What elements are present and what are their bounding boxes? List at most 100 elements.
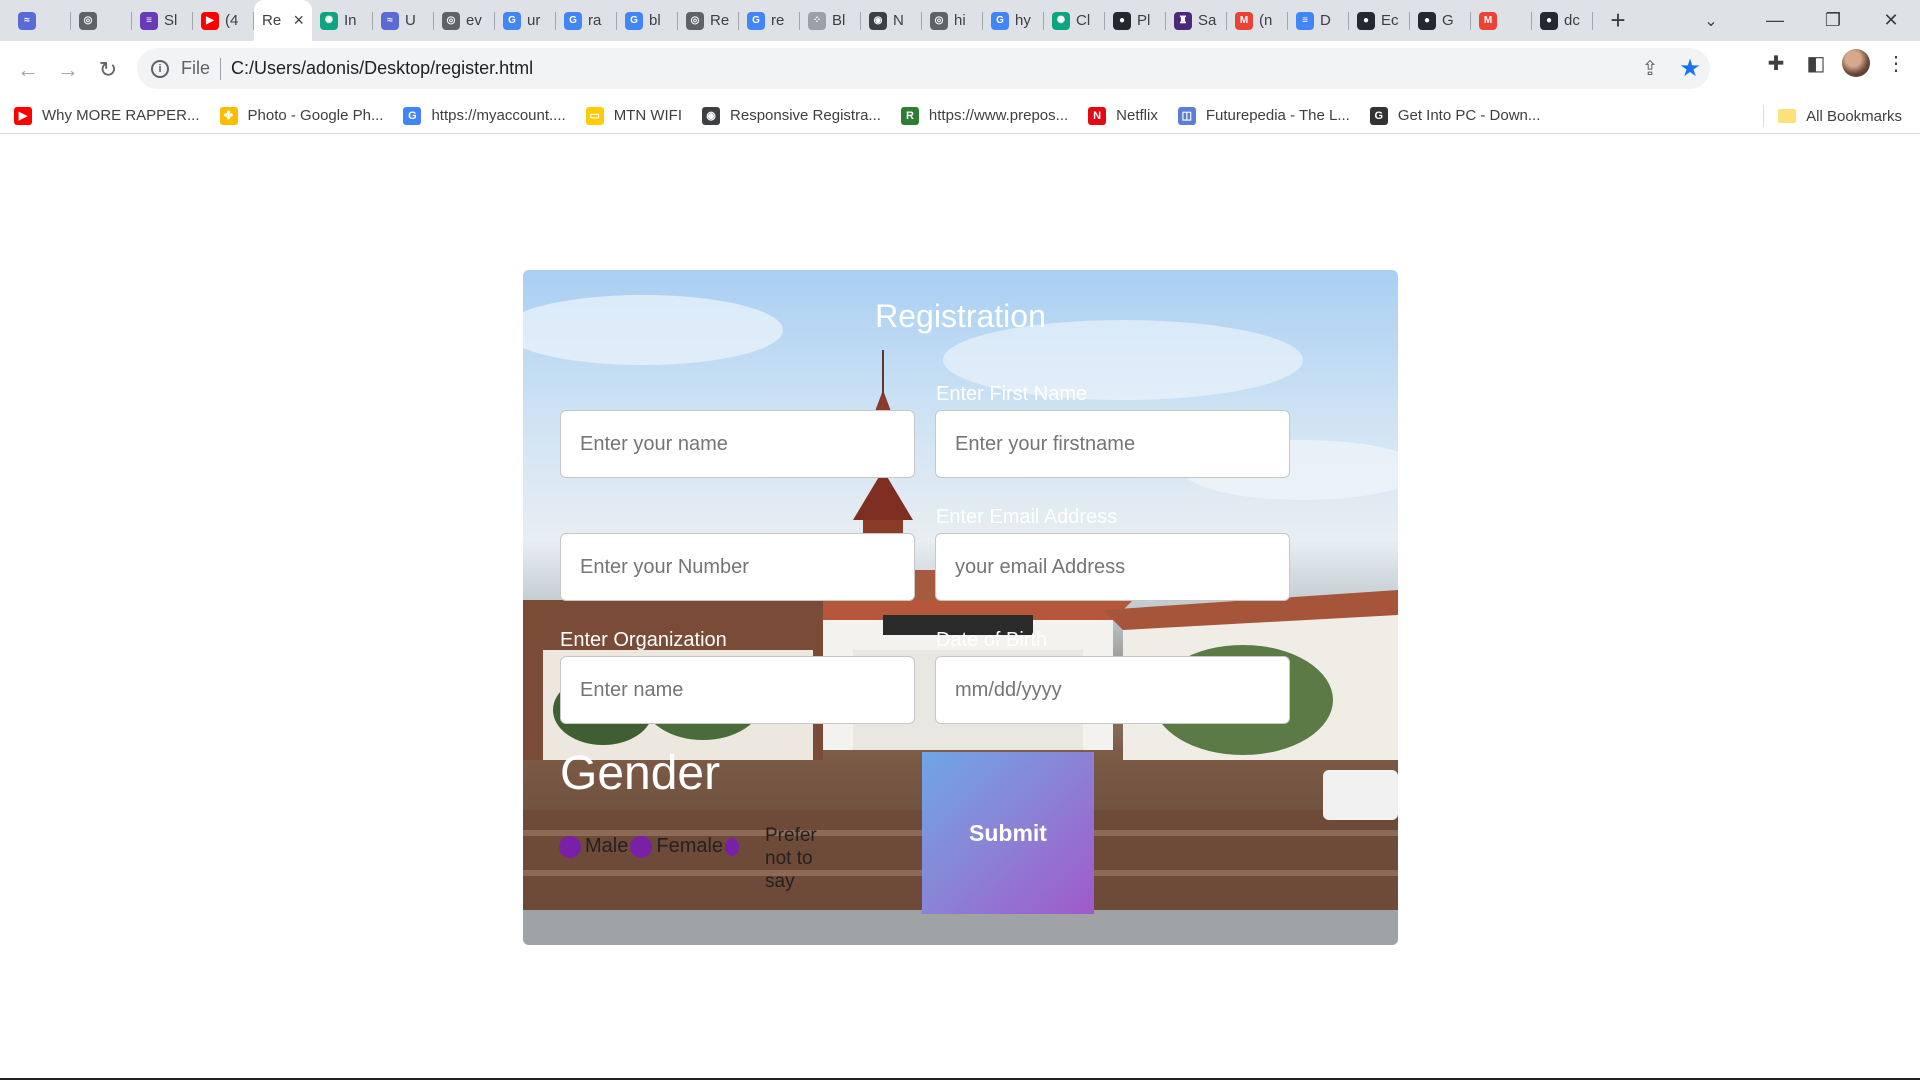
browser-tab[interactable]: Gbl [617, 0, 678, 41]
ae-icon: ≈ [18, 11, 36, 30]
bookmark-item[interactable]: G Get Into PC - Down... [1369, 106, 1541, 125]
address-bar[interactable]: i File C:/Users/adonis/Desktop/register.… [137, 48, 1710, 89]
google-icon: G [564, 11, 582, 30]
browser-tab[interactable]: ◎ [71, 0, 132, 41]
browser-tab[interactable]: Gre [739, 0, 800, 41]
tab-title: hy [1015, 12, 1031, 29]
tab-strip: ≈ ◎ ≡ Sl ▶ (4 Re × ✺ In ≈ U ◎ ev Gur Gra Gbl ◎ Re Gre ⁘ Bl ◉ N ◎… [0, 0, 1920, 41]
bookmark-item[interactable]: ▭ MTN WIFI [585, 106, 682, 125]
dob-input[interactable] [935, 656, 1290, 724]
tab-title: Sl [164, 12, 178, 29]
openai-icon: ✺ [320, 11, 338, 30]
chrome-icon: ◉ [702, 106, 721, 125]
registration-card: Registration Enter First Name Enter Emai… [523, 270, 1398, 945]
mtn-icon: ▭ [585, 106, 604, 125]
tab-title: In [344, 12, 357, 29]
new-tab-button[interactable]: + [1599, 0, 1637, 41]
browser-tab[interactable]: ◎ Re [678, 0, 739, 41]
bookmarks-bar: ▶ Why MORE RAPPER... ✤ Photo - Google Ph...… [0, 98, 1920, 134]
bookmark-item[interactable]: Rhttps://www.prepos... [900, 106, 1068, 125]
browser-tab[interactable]: ♜ Sa [1166, 0, 1227, 41]
tab-title: Cl [1076, 12, 1091, 29]
browser-tab[interactable]: ⁘ Bl [800, 0, 861, 41]
side-panel-icon[interactable]: ◧ [1802, 49, 1830, 77]
bookmark-item[interactable]: ◫ Futurepedia - The L... [1177, 106, 1350, 125]
browser-tab[interactable]: ● G [1410, 0, 1471, 41]
restore-icon[interactable]: ❐ [1804, 0, 1862, 41]
extensions-puzzle-icon[interactable]: ✚ [1762, 49, 1790, 77]
browser-tab[interactable]: ● Ec [1349, 0, 1410, 41]
tab-title: Sa [1198, 12, 1217, 29]
close-window-icon[interactable]: ✕ [1862, 0, 1920, 41]
browser-tab[interactable]: ✺ In [312, 0, 373, 41]
bookmark-item[interactable]: ✤ Photo - Google Ph... [219, 106, 384, 125]
globe-icon: ◎ [442, 11, 460, 30]
organization-label: Enter Organization [560, 629, 727, 651]
page-content: Registration Enter First Name Enter Emai… [0, 135, 1920, 1080]
browser-tab[interactable]: ◎ ev [434, 0, 495, 41]
submit-button[interactable]: Submit [922, 752, 1094, 914]
tab-list: ≈ ◎ ≡ Sl ▶ (4 Re × ✺ In ≈ U ◎ ev Gur Gra Gbl ◎ Re Gre ⁘ Bl ◉ N ◎… [0, 0, 1593, 41]
bookmark-item[interactable]: N Netflix [1088, 106, 1158, 125]
profile-avatar[interactable] [1842, 49, 1870, 77]
email-input[interactable] [935, 533, 1290, 601]
close-tab-icon[interactable]: × [293, 10, 304, 31]
gender-radio-prefer-not[interactable] [725, 837, 740, 856]
tab-search-chevron-icon[interactable]: ⌄ [1676, 0, 1746, 41]
bookmark-label: Futurepedia - The L... [1205, 107, 1350, 124]
organization-input[interactable] [560, 656, 915, 724]
forward-arrow-icon[interactable]: → [48, 50, 88, 90]
url-text[interactable]: C:/Users/adonis/Desktop/register.html [231, 58, 533, 79]
browser-tab[interactable]: ● dc [1532, 0, 1593, 41]
browser-tab[interactable]: ✺ Cl [1044, 0, 1105, 41]
bookmark-label: Responsive Registra... [730, 107, 881, 124]
bookmark-label: Get Into PC - Down... [1397, 107, 1541, 124]
browser-tab[interactable]: Gur [495, 0, 556, 41]
browser-tab[interactable]: ≡ D [1288, 0, 1349, 41]
browser-tab[interactable]: Re × [254, 0, 312, 41]
minimize-icon[interactable]: — [1746, 0, 1804, 41]
bookmark-label: Why MORE RAPPER... [42, 107, 200, 124]
browser-tab[interactable]: ≡ Sl [132, 0, 193, 41]
gender-radio-female[interactable] [630, 835, 653, 858]
browser-tab[interactable]: ▶ (4 [193, 0, 254, 41]
name-input[interactable] [560, 410, 915, 478]
browser-tab[interactable]: ≈ U [373, 0, 434, 41]
all-bookmarks[interactable]: All Bookmarks [1763, 98, 1902, 134]
bookmark-item[interactable]: ▶ Why MORE RAPPER... [14, 106, 200, 125]
gender-radio-male[interactable] [559, 835, 581, 858]
bookmark-item[interactable]: Ghttps://myaccount.... [403, 106, 566, 125]
reload-icon[interactable]: ↻ [88, 50, 128, 90]
openai-icon: ✺ [1052, 11, 1070, 30]
gender-options: Male Female [559, 835, 740, 858]
tab-title: (n [1259, 12, 1273, 29]
google-icon: G [403, 106, 422, 125]
menu-kebab-icon[interactable]: ⋮ [1882, 49, 1910, 77]
browser-tab[interactable]: Gra [556, 0, 617, 41]
browser-tab[interactable]: ◉ N [861, 0, 922, 41]
info-icon[interactable]: i [151, 59, 169, 78]
ae-icon: ≈ [381, 11, 399, 30]
tab-title: dc [1564, 12, 1580, 29]
number-input[interactable] [560, 533, 915, 601]
gender-label-female: Female [656, 835, 724, 857]
browser-tab[interactable]: ● Pl [1105, 0, 1166, 41]
firstname-input[interactable] [935, 410, 1290, 478]
pinwheel-icon: ✤ [219, 106, 238, 125]
browser-tab[interactable]: M (n [1227, 0, 1288, 41]
bookmark-star-icon[interactable]: ★ [1676, 55, 1704, 83]
browser-tab[interactable]: M [1471, 0, 1532, 41]
tab-title: ur [527, 12, 541, 29]
browser-tab[interactable]: ≈ [10, 0, 71, 41]
tab-title: Re [710, 12, 730, 29]
bookmark-item[interactable]: ◉ Responsive Registra... [702, 106, 881, 125]
google-icon: G [747, 11, 765, 30]
bookmark-label: https://myaccount.... [431, 107, 566, 124]
browser-tab[interactable]: Ghy [983, 0, 1044, 41]
back-arrow-icon[interactable]: ← [8, 50, 48, 90]
tab-title: (4 [225, 12, 239, 29]
bookmark-label: Photo - Google Ph... [247, 107, 384, 124]
share-icon[interactable]: ⇪ [1636, 55, 1664, 83]
browser-tab[interactable]: ◎ hi [922, 0, 983, 41]
globe-icon: ◎ [79, 11, 97, 30]
